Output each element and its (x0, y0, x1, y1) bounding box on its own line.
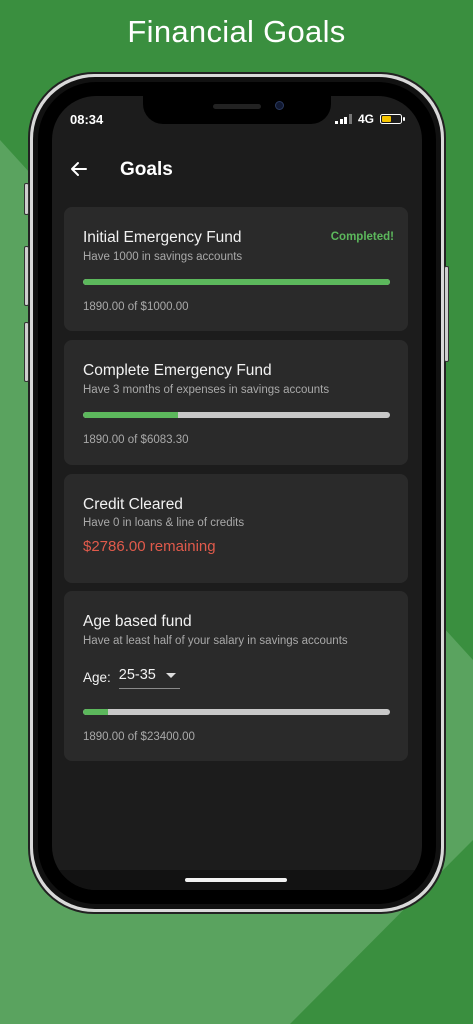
phone-volume-up (24, 246, 29, 306)
progress-bar (83, 709, 390, 715)
speaker-grill (213, 104, 261, 109)
status-time: 08:34 (70, 112, 104, 127)
age-row: Age: 25-35 (83, 665, 180, 689)
goal-title: Complete Emergency Fund (83, 362, 272, 379)
age-dropdown[interactable]: 25-35 (118, 665, 180, 689)
progress-text: 1890.00 of $1000.00 (83, 301, 189, 313)
goal-subtitle: Have 3 months of expenses in savings acc… (83, 384, 330, 396)
goal-title: Initial Emergency Fund (83, 229, 242, 246)
camera-icon (275, 101, 284, 110)
phone-volume-down (24, 322, 29, 382)
goal-title: Credit Cleared (83, 496, 183, 513)
progress-fill (83, 279, 390, 285)
age-value: 25-35 (118, 667, 156, 683)
goal-subtitle: Have 1000 in savings accounts (83, 251, 243, 263)
progress-fill (83, 709, 108, 715)
network-label: 4G (357, 112, 374, 126)
chevron-down-icon (165, 672, 176, 678)
goal-title: Age based fund (83, 613, 192, 630)
phone-screen: 08:34 4G Goals Initial Emergency Fund Co… (52, 96, 422, 890)
goal-card-age-based-fund[interactable]: Age based fund Have at least half of you… (64, 591, 408, 761)
age-label: Age: (83, 669, 111, 685)
progress-fill (83, 412, 179, 418)
goal-subtitle: Have 0 in loans & line of credits (83, 517, 245, 529)
progress-bar (83, 412, 390, 418)
signal-icon (335, 114, 352, 124)
battery-level (382, 116, 391, 122)
progress-bar (83, 279, 390, 285)
progress-text: 1890.00 of $23400.00 (83, 731, 195, 743)
goal-card-initial-emergency-fund[interactable]: Initial Emergency Fund Completed! Have 1… (64, 207, 408, 331)
remaining-amount: $2786.00 remaining (83, 538, 216, 555)
phone-silent-switch (24, 183, 29, 215)
arrow-left-icon (71, 162, 87, 176)
status-badge: Completed! (330, 231, 394, 243)
battery-icon (380, 114, 405, 124)
app-bar: Goals (52, 152, 422, 188)
page-title: Goals (120, 159, 173, 180)
hero-title: Financial Goals (127, 14, 346, 49)
home-indicator[interactable] (185, 878, 287, 882)
back-button[interactable] (66, 156, 92, 182)
goal-subtitle: Have at least half of your salary in sav… (83, 635, 348, 647)
notch (143, 96, 331, 124)
goal-card-complete-emergency-fund[interactable]: Complete Emergency Fund Have 3 months of… (64, 340, 408, 465)
phone-power-button (444, 266, 449, 362)
progress-text: 1890.00 of $6083.30 (83, 434, 189, 446)
status-indicators: 4G (335, 112, 405, 126)
goal-card-credit-cleared[interactable]: Credit Cleared Have 0 in loans & line of… (64, 474, 408, 583)
